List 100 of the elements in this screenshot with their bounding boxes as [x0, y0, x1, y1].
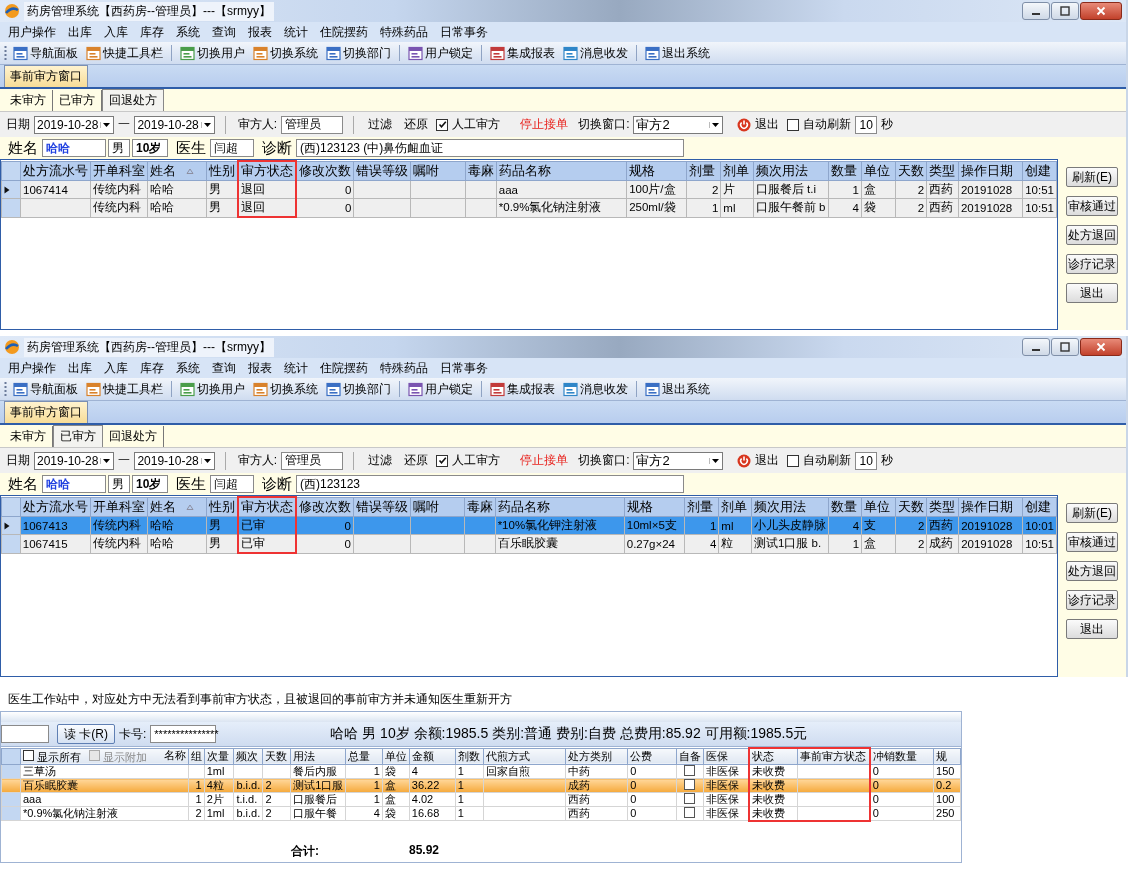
menu-item[interactable]: 查询 — [206, 23, 242, 41]
column-header[interactable]: 剂量 — [684, 497, 719, 517]
toolbar-button[interactable]: 切换用户 — [178, 380, 247, 398]
stop-button[interactable]: 停止接单 — [516, 452, 573, 469]
column-header[interactable]: 医保 — [703, 748, 749, 765]
sex-field[interactable]: 男 — [108, 475, 130, 493]
column-header[interactable]: 操作日期 — [958, 161, 1023, 181]
column-header[interactable]: 创建 — [1022, 497, 1057, 517]
column-header[interactable]: 审方状态 — [237, 497, 296, 517]
column-header[interactable]: 频次用法 — [751, 497, 829, 517]
column-header[interactable]: 开单科室 — [90, 497, 148, 517]
toolbar-button[interactable]: 切换部门 — [324, 44, 393, 62]
toolbar-button[interactable]: 导航面板 — [11, 44, 80, 62]
date-field[interactable]: 2019-10-28 — [34, 115, 115, 134]
filter-button[interactable]: 过滤 — [364, 116, 397, 133]
name-field[interactable]: 哈哈 — [42, 475, 106, 493]
action-button[interactable]: 处方退回 — [1066, 561, 1118, 581]
toolbar-button[interactable]: 切换系统 — [251, 44, 320, 62]
reviewer-field[interactable]: 管理员 — [281, 451, 344, 470]
menu-item[interactable]: 库存 — [134, 23, 170, 41]
column-header[interactable]: 单位 — [861, 161, 896, 181]
toolbar-button[interactable]: 消息收发 — [561, 380, 630, 398]
column-header[interactable]: 类型 — [926, 161, 959, 181]
column-header[interactable]: 数量 — [828, 497, 862, 517]
menu-item[interactable]: 库存 — [134, 359, 170, 377]
column-header[interactable]: 次量 — [204, 748, 234, 765]
toolbar-button[interactable]: 退出系统 — [643, 380, 712, 398]
column-header[interactable]: 审方状态 — [238, 161, 297, 181]
column-header[interactable]: 事前审方状态 — [797, 748, 870, 765]
menu-item[interactable]: 入库 — [98, 23, 134, 41]
column-header[interactable]: 性别 — [206, 161, 239, 181]
column-header[interactable]: 姓名 — [147, 161, 207, 181]
toolbar-button[interactable]: 切换系统 — [251, 380, 320, 398]
column-header[interactable]: 单位 — [382, 748, 410, 765]
toolbar-button[interactable]: 切换部门 — [324, 380, 393, 398]
column-header[interactable]: 自备 — [676, 748, 704, 765]
document-tab[interactable]: 事前审方窗口 — [4, 65, 88, 87]
column-header[interactable]: 频次 — [233, 748, 263, 765]
column-header[interactable]: 单位 — [861, 497, 896, 517]
column-header[interactable]: 姓名 — [147, 497, 207, 517]
date-field[interactable]: 2019-10-28 — [134, 451, 215, 470]
column-header[interactable]: 处方类别 — [565, 748, 628, 765]
reset-button[interactable]: 还原 — [400, 452, 433, 469]
checkbox[interactable] — [684, 793, 696, 804]
checkbox[interactable] — [787, 118, 800, 131]
column-header[interactable]: 剂数 — [455, 748, 484, 765]
column-header[interactable]: 药品名称 — [495, 497, 625, 517]
column-header[interactable]: 毒麻 — [465, 161, 497, 181]
maximize-button[interactable] — [1051, 338, 1079, 356]
reset-button[interactable]: 还原 — [400, 116, 433, 133]
column-header[interactable]: 公费 — [627, 748, 677, 765]
card-number-field[interactable]: *************** — [150, 725, 217, 743]
menu-item[interactable]: 统计 — [278, 23, 314, 41]
menu-item[interactable]: 报表 — [242, 23, 278, 41]
age-field[interactable]: 10岁 — [132, 475, 168, 493]
window-select[interactable]: 审方2 — [633, 115, 724, 134]
diagnosis-field[interactable]: (西)123123 — [296, 475, 684, 493]
input-field[interactable] — [1, 725, 49, 743]
action-button[interactable]: 诊疗记录 — [1066, 590, 1118, 610]
minimize-button[interactable] — [1022, 2, 1050, 20]
action-button[interactable]: 诊疗记录 — [1066, 254, 1118, 274]
column-header[interactable]: 毒麻 — [464, 497, 496, 517]
column-header[interactable]: 用法 — [290, 748, 346, 765]
column-header[interactable]: 名称 — [163, 749, 186, 761]
document-tab[interactable]: 事前审方窗口 — [4, 401, 88, 423]
column-header[interactable]: 剂单 — [720, 161, 754, 181]
column-header[interactable]: 类型 — [926, 497, 959, 517]
read-card-button[interactable]: 读 卡(R) — [57, 724, 115, 744]
minimize-button[interactable] — [1022, 338, 1050, 356]
menu-item[interactable]: 特殊药品 — [374, 359, 434, 377]
checkbox[interactable] — [684, 807, 696, 818]
column-header[interactable]: 药品名称 — [496, 161, 627, 181]
menu-item[interactable]: 系统 — [170, 359, 206, 377]
checkbox[interactable] — [436, 118, 449, 131]
toolbar-button[interactable]: 消息收发 — [561, 44, 630, 62]
toolbar-button[interactable]: 快捷工具栏 — [84, 44, 165, 62]
toolbar-button[interactable]: 集成报表 — [488, 380, 557, 398]
exit-button[interactable]: 退出 — [733, 452, 784, 469]
toolbar-button[interactable]: 用户锁定 — [406, 380, 475, 398]
menu-item[interactable]: 住院摆药 — [314, 359, 374, 377]
column-header[interactable]: 金额 — [409, 748, 456, 765]
column-header[interactable]: 规格 — [626, 161, 687, 181]
menu-item[interactable]: 出库 — [62, 359, 98, 377]
date-field[interactable]: 2019-10-28 — [34, 451, 115, 470]
menu-item[interactable]: 住院摆药 — [314, 23, 374, 41]
column-header[interactable]: 错误等级 — [353, 161, 411, 181]
toolbar-button[interactable]: 导航面板 — [11, 380, 80, 398]
menu-item[interactable]: 出库 — [62, 23, 98, 41]
diagnosis-field[interactable]: (西)123123 (中)鼻伤衄血证 — [296, 139, 684, 157]
action-button[interactable]: 处方退回 — [1066, 225, 1118, 245]
column-header[interactable]: 总量 — [345, 748, 383, 765]
column-header[interactable]: 处方流水号 — [20, 497, 91, 517]
menu-item[interactable]: 报表 — [242, 359, 278, 377]
toolbar-button[interactable]: 用户锁定 — [406, 44, 475, 62]
tab[interactable]: 回退处方 — [102, 89, 164, 111]
menu-item[interactable]: 用户操作 — [2, 359, 62, 377]
action-button[interactable]: 审核通过 — [1066, 196, 1118, 216]
menu-item[interactable]: 用户操作 — [2, 23, 62, 41]
menu-item[interactable]: 系统 — [170, 23, 206, 41]
toolbar-button[interactable]: 切换用户 — [178, 44, 247, 62]
